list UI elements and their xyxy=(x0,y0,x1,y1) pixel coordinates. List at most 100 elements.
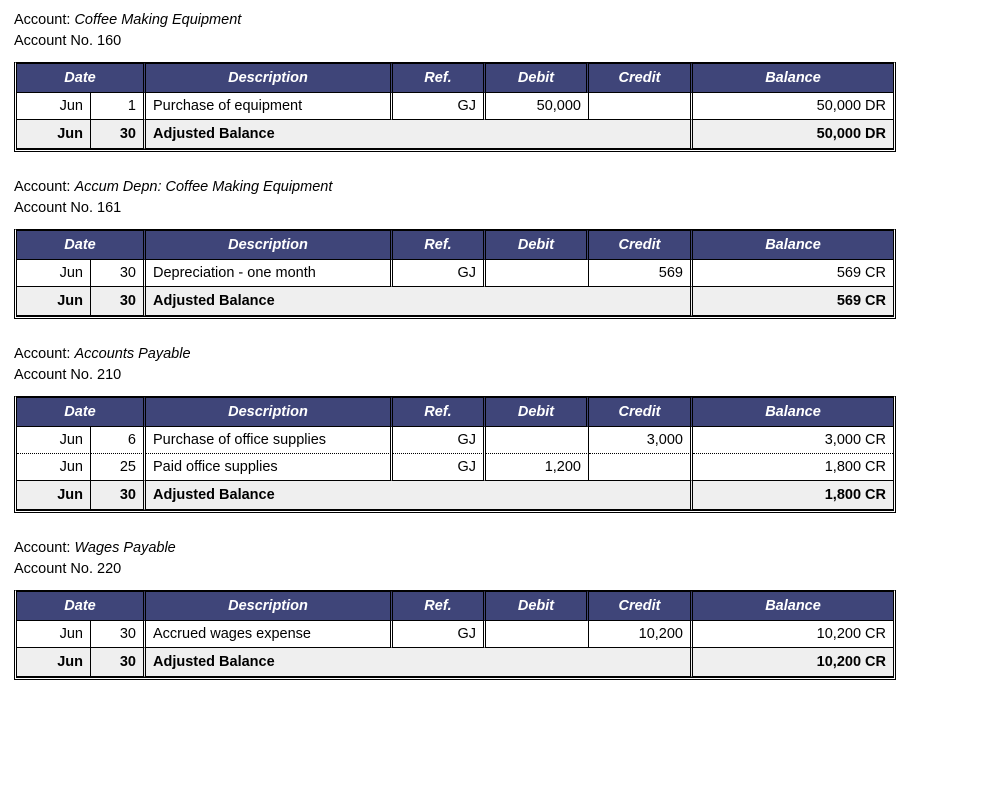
ledger-table: Date Description Ref. Debit Credit Balance Jun… xyxy=(14,229,896,319)
cell-description: Accrued wages expense xyxy=(146,621,393,648)
account-number-value: 160 xyxy=(97,33,122,49)
column-header-balance: Balance xyxy=(693,63,893,93)
table-row: Jun 25 Paid office supplies GJ 1,200 1,800 CR xyxy=(17,454,893,481)
account-heading: Account: Accounts Payable xyxy=(14,344,985,365)
cell-date-month: Jun xyxy=(17,120,91,149)
account-number-label: Account No. xyxy=(14,561,93,577)
ledger-list: Account: Coffee Making Equipment Account … xyxy=(14,10,985,680)
adjusted-balance-row: Jun 30 Adjusted Balance 1,800 CR xyxy=(17,481,893,510)
account-number-value: 220 xyxy=(97,561,122,577)
column-header-balance: Balance xyxy=(693,591,893,621)
cell-credit: 10,200 xyxy=(589,621,693,648)
column-header-ref: Ref. xyxy=(393,230,486,260)
cell-date-day: 30 xyxy=(91,481,146,510)
account-name: Accounts Payable xyxy=(74,346,191,362)
cell-date-day: 30 xyxy=(91,120,146,149)
column-header-description: Description xyxy=(146,230,393,260)
column-header-date: Date xyxy=(17,230,146,260)
cell-date-day: 30 xyxy=(91,260,146,287)
column-header-date: Date xyxy=(17,591,146,621)
column-header-date: Date xyxy=(17,397,146,427)
cell-date-day: 30 xyxy=(91,621,146,648)
cell-date-month: Jun xyxy=(17,93,91,120)
cell-debit xyxy=(486,621,589,648)
account-number-line: Account No. 220 xyxy=(14,559,985,580)
ledger-table: Date Description Ref. Debit Credit Balance Jun… xyxy=(14,396,896,513)
cell-balance: 569 CR xyxy=(693,260,893,287)
account-number-label: Account No. xyxy=(14,200,93,216)
account-name: Wages Payable xyxy=(74,540,176,556)
account-label: Account: xyxy=(14,540,71,556)
ledger-block: Account: Accum Depn: Coffee Making Equip… xyxy=(14,177,985,319)
cell-description: Purchase of equipment xyxy=(146,93,393,120)
ledger-table-wrapper: Date Description Ref. Debit Credit Balance Jun… xyxy=(14,396,896,513)
cell-date-month: Jun xyxy=(17,427,91,454)
cell-adjusted-balance-amount: 569 CR xyxy=(693,287,893,316)
cell-balance: 3,000 CR xyxy=(693,427,893,454)
account-number-label: Account No. xyxy=(14,33,93,49)
cell-credit xyxy=(589,93,693,120)
cell-date-day: 6 xyxy=(91,427,146,454)
cell-date-month: Jun xyxy=(17,454,91,481)
cell-ref: GJ xyxy=(393,454,486,481)
cell-credit: 3,000 xyxy=(589,427,693,454)
cell-credit xyxy=(589,454,693,481)
cell-date-month: Jun xyxy=(17,621,91,648)
cell-date-day: 30 xyxy=(91,648,146,677)
column-header-ref: Ref. xyxy=(393,63,486,93)
cell-balance: 1,800 CR xyxy=(693,454,893,481)
cell-adjusted-balance-amount: 10,200 CR xyxy=(693,648,893,677)
account-label: Account: xyxy=(14,346,71,362)
column-header-debit: Debit xyxy=(486,63,589,93)
cell-date-day: 30 xyxy=(91,287,146,316)
account-number-label: Account No. xyxy=(14,367,93,383)
account-number-value: 210 xyxy=(97,367,122,383)
table-header-row: Date Description Ref. Debit Credit Balance xyxy=(17,397,893,427)
adjusted-balance-row: Jun 30 Adjusted Balance 50,000 DR xyxy=(17,120,893,149)
account-number-line: Account No. 161 xyxy=(14,198,985,219)
table-row: Jun 30 Depreciation - one month GJ 569 569 CR xyxy=(17,260,893,287)
account-heading: Account: Wages Payable xyxy=(14,538,985,559)
column-header-credit: Credit xyxy=(589,230,693,260)
ledger-table-wrapper: Date Description Ref. Debit Credit Balance Jun… xyxy=(14,590,896,680)
cell-ref: GJ xyxy=(393,260,486,287)
cell-date-month: Jun xyxy=(17,648,91,677)
column-header-description: Description xyxy=(146,591,393,621)
column-header-debit: Debit xyxy=(486,397,589,427)
account-heading: Account: Coffee Making Equipment xyxy=(14,10,985,31)
cell-debit: 50,000 xyxy=(486,93,589,120)
cell-ref: GJ xyxy=(393,427,486,454)
account-number-line: Account No. 210 xyxy=(14,365,985,386)
table-header-row: Date Description Ref. Debit Credit Balance xyxy=(17,230,893,260)
column-header-credit: Credit xyxy=(589,63,693,93)
column-header-date: Date xyxy=(17,63,146,93)
ledger-block: Account: Accounts Payable Account No. 210… xyxy=(14,344,985,513)
cell-adjusted-balance-label: Adjusted Balance xyxy=(146,648,693,677)
ledger-table-wrapper: Date Description Ref. Debit Credit Balance Jun… xyxy=(14,229,896,319)
adjusted-balance-row: Jun 30 Adjusted Balance 569 CR xyxy=(17,287,893,316)
column-header-balance: Balance xyxy=(693,397,893,427)
column-header-debit: Debit xyxy=(486,591,589,621)
account-name: Coffee Making Equipment xyxy=(74,12,242,28)
cell-credit: 569 xyxy=(589,260,693,287)
cell-date-day: 25 xyxy=(91,454,146,481)
ledger-table: Date Description Ref. Debit Credit Balance Jun… xyxy=(14,590,896,680)
cell-adjusted-balance-amount: 1,800 CR xyxy=(693,481,893,510)
column-header-ref: Ref. xyxy=(393,397,486,427)
adjusted-balance-row: Jun 30 Adjusted Balance 10,200 CR xyxy=(17,648,893,677)
cell-date-month: Jun xyxy=(17,287,91,316)
account-label: Account: xyxy=(14,179,71,195)
ledger-table-wrapper: Date Description Ref. Debit Credit Balance Jun… xyxy=(14,62,896,152)
cell-date-month: Jun xyxy=(17,481,91,510)
account-label: Account: xyxy=(14,12,71,28)
cell-debit xyxy=(486,260,589,287)
ledger-block: Account: Coffee Making Equipment Account … xyxy=(14,10,985,152)
cell-adjusted-balance-label: Adjusted Balance xyxy=(146,481,693,510)
cell-debit xyxy=(486,427,589,454)
table-header-row: Date Description Ref. Debit Credit Balance xyxy=(17,591,893,621)
cell-date-day: 1 xyxy=(91,93,146,120)
account-heading: Account: Accum Depn: Coffee Making Equip… xyxy=(14,177,985,198)
cell-adjusted-balance-label: Adjusted Balance xyxy=(146,120,693,149)
cell-date-month: Jun xyxy=(17,260,91,287)
table-header-row: Date Description Ref. Debit Credit Balance xyxy=(17,63,893,93)
